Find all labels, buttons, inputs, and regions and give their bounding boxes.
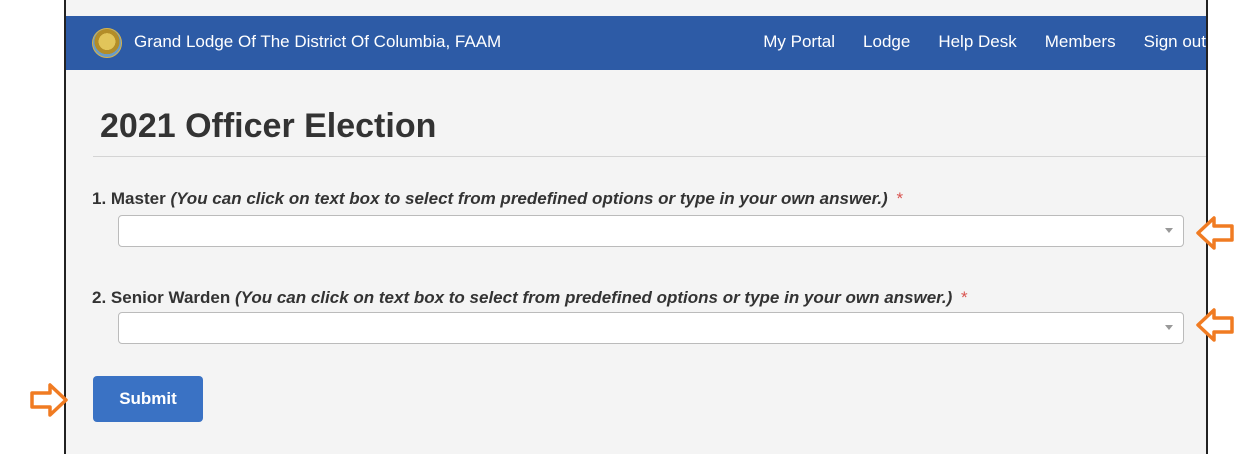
title-divider: [93, 156, 1206, 157]
question-hint: (You can click on text box to select fro…: [170, 189, 888, 208]
browser-frame: Grand Lodge Of The District Of Columbia,…: [64, 0, 1208, 454]
submit-button[interactable]: Submit: [93, 376, 203, 422]
required-marker: *: [896, 189, 904, 208]
nav-sign-out[interactable]: Sign out: [1144, 32, 1206, 52]
question-number-label: 1. Master: [92, 189, 166, 208]
required-marker: *: [960, 288, 968, 307]
nav-help-desk[interactable]: Help Desk: [938, 32, 1016, 52]
question-number-label: 2. Senior Warden: [92, 288, 231, 307]
pointer-arrow-icon: [30, 383, 68, 417]
top-navbar: Grand Lodge Of The District Of Columbia,…: [66, 16, 1206, 70]
pointer-arrow-icon: [1196, 216, 1234, 250]
nav-lodge[interactable]: Lodge: [863, 32, 910, 52]
seal-logo-icon[interactable]: [92, 28, 122, 58]
senior-warden-combobox[interactable]: [118, 312, 1184, 344]
dropdown-caret-icon[interactable]: [1165, 228, 1173, 233]
nav-my-portal[interactable]: My Portal: [763, 32, 835, 52]
question-senior-warden-label: 2. Senior Warden (You can click on text …: [92, 287, 968, 309]
question-master-label: 1. Master (You can click on text box to …: [92, 188, 903, 210]
question-hint: (You can click on text box to select fro…: [234, 288, 953, 307]
page-title: 2021 Officer Election: [100, 107, 437, 145]
nav-menu: My Portal Lodge Help Desk Members Sign o…: [763, 32, 1206, 52]
nav-members[interactable]: Members: [1045, 32, 1116, 52]
dropdown-caret-icon[interactable]: [1165, 325, 1173, 330]
pointer-arrow-icon: [1196, 308, 1234, 342]
site-brand[interactable]: Grand Lodge Of The District Of Columbia,…: [134, 32, 501, 52]
master-combobox[interactable]: [118, 215, 1184, 247]
